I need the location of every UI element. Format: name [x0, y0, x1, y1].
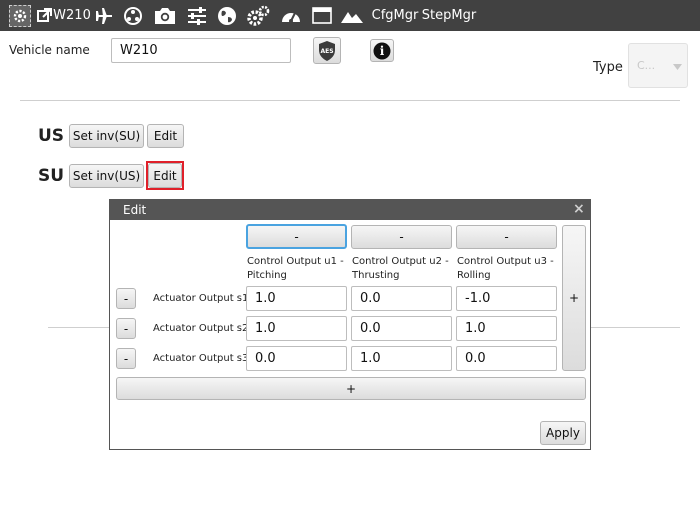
vehicle-tag[interactable]: W210 — [53, 0, 91, 31]
cfgmgr-menu[interactable]: CfgMgr — [372, 0, 419, 31]
dialog-titlebar: Edit × — [110, 200, 590, 220]
close-icon[interactable]: × — [573, 201, 585, 217]
remove-col-u1-button[interactable]: - — [246, 224, 347, 249]
highlight-frame — [146, 161, 184, 190]
col-header-u3-line2: Rolling — [457, 270, 491, 281]
col-header-u2-line2: Thrusting — [352, 270, 400, 281]
info-glyph: i — [379, 44, 385, 58]
info-button[interactable]: i — [370, 39, 394, 62]
col-header-u2: Control Output u2 - Thrusting — [352, 255, 449, 283]
cell-s1-u1[interactable]: 1.0 — [246, 286, 347, 311]
chevron-down-icon — [673, 64, 682, 70]
divider-top — [20, 100, 680, 101]
aes-label: AES — [320, 48, 334, 55]
row-label-s1: Actuator Output s1 — [153, 293, 249, 304]
remove-col-u3-button[interactable]: - — [456, 225, 557, 249]
col-header-u3: Control Output u3 - Rolling — [457, 255, 554, 283]
cell-s1-u2[interactable]: 0.0 — [351, 286, 452, 311]
apply-button[interactable]: Apply — [540, 421, 586, 445]
type-label: Type — [593, 60, 623, 75]
row-label-s2: Actuator Output s2 — [153, 323, 249, 334]
set-inv-su-button[interactable]: Set inv(SU) — [69, 124, 144, 148]
cell-s2-u1[interactable]: 1.0 — [246, 316, 347, 341]
camera-icon[interactable] — [153, 0, 177, 31]
gauge-icon[interactable] — [279, 0, 303, 31]
aes-button[interactable]: AES — [313, 37, 341, 64]
cell-s3-u3[interactable]: 0.0 — [456, 346, 557, 371]
cell-s1-u3[interactable]: -1.0 — [456, 286, 557, 311]
cell-s3-u1[interactable]: 0.0 — [246, 346, 347, 371]
col-header-u2-line1: Control Output u2 - — [352, 256, 449, 267]
cell-s2-u2[interactable]: 0.0 — [351, 316, 452, 341]
remove-row-s2-button[interactable]: - — [116, 318, 136, 339]
remove-row-s1-button[interactable]: - — [116, 288, 136, 309]
col-header-u3-line1: Control Output u3 - — [457, 256, 554, 267]
col-header-u1: Control Output u1 - Pitching — [247, 255, 344, 283]
remove-col-u2-button[interactable]: - — [351, 225, 452, 249]
col-header-u1-line2: Pitching — [247, 270, 287, 281]
vehicle-name-label: Vehicle name — [9, 43, 90, 57]
type-select[interactable]: C... — [628, 43, 688, 88]
su-label: SU — [38, 166, 65, 186]
plane-icon[interactable] — [92, 0, 116, 31]
us-edit-button[interactable]: Edit — [147, 124, 184, 148]
dialog-title: Edit — [123, 203, 147, 217]
cogs-icon[interactable] — [245, 0, 271, 31]
add-row-button[interactable]: + — [116, 377, 586, 400]
sliders-icon[interactable] — [186, 0, 208, 31]
type-select-value: C... — [637, 59, 656, 72]
stepmgr-menu[interactable]: StepMgr — [422, 0, 476, 31]
top-toolbar: W210 CfgMgr StepMgr — [0, 0, 700, 31]
col-header-u1-line1: Control Output u1 - — [247, 256, 344, 267]
mountain-icon[interactable] — [340, 0, 364, 31]
external-link-icon[interactable] — [35, 0, 53, 31]
remove-row-s3-button[interactable]: - — [116, 348, 136, 369]
edit-dialog: Edit × - - - Control Output u1 - Pitching… — [109, 199, 591, 450]
gear-icon[interactable] — [6, 0, 34, 31]
add-column-button[interactable]: + — [562, 225, 586, 371]
globe-icon[interactable] — [216, 0, 238, 31]
network-icon[interactable] — [122, 0, 144, 31]
cell-s3-u2[interactable]: 1.0 — [351, 346, 452, 371]
window-icon[interactable] — [311, 0, 333, 31]
vehicle-name-input[interactable]: W210 — [111, 38, 291, 63]
row-label-s3: Actuator Output s3 — [153, 353, 249, 364]
us-label: US — [38, 126, 65, 146]
set-inv-us-button[interactable]: Set inv(US) — [69, 164, 144, 188]
cell-s2-u3[interactable]: 1.0 — [456, 316, 557, 341]
